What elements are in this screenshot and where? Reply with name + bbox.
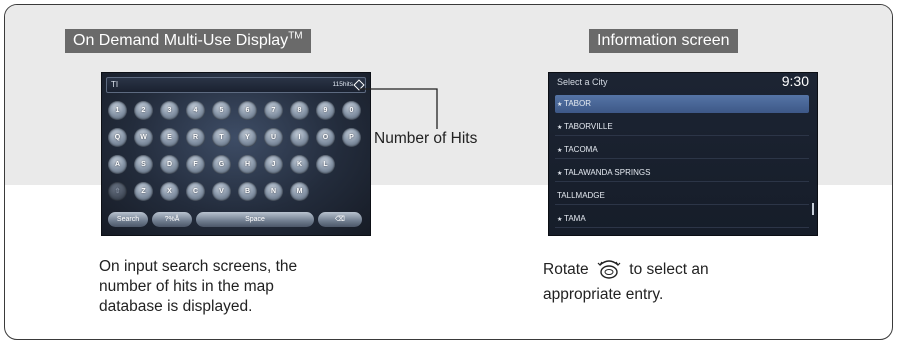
city-name: TAMA bbox=[564, 214, 586, 223]
hit-count: 115hits bbox=[332, 81, 353, 88]
key-g[interactable]: G bbox=[212, 155, 231, 174]
key-l[interactable]: L bbox=[316, 155, 335, 174]
key-2[interactable]: 2 bbox=[134, 101, 153, 120]
left-caption-line-3: database is displayed. bbox=[99, 298, 253, 315]
key-7[interactable]: 7 bbox=[264, 101, 283, 120]
key-d[interactable]: D bbox=[160, 155, 179, 174]
key-8[interactable]: 8 bbox=[290, 101, 309, 120]
key-a[interactable]: A bbox=[108, 155, 127, 174]
screen-header: Select a City bbox=[557, 77, 608, 87]
star-icon: ★ bbox=[557, 102, 565, 108]
city-list-item[interactable]: ★ TACOMA bbox=[555, 141, 809, 159]
city-name: TALAWANDA SPRINGS bbox=[564, 168, 651, 177]
key-4[interactable]: 4 bbox=[186, 101, 205, 120]
key-t[interactable]: T bbox=[212, 128, 231, 147]
key-b[interactable]: B bbox=[238, 182, 257, 201]
keyboard-screen: TI 115hits 1234567890QWERTYUIOPASDFGHJKL… bbox=[101, 72, 371, 236]
left-caption-line-1: On input search screens, the bbox=[99, 258, 298, 275]
right-caption: Rotate to select an appropriate entry. bbox=[543, 257, 709, 305]
star-icon: ★ bbox=[557, 217, 565, 223]
key-3[interactable]: 3 bbox=[160, 101, 179, 120]
key-f[interactable]: F bbox=[186, 155, 205, 174]
city-name: TACOMA bbox=[564, 145, 598, 154]
key-5[interactable]: 5 bbox=[212, 101, 231, 120]
key-r[interactable]: R bbox=[186, 128, 205, 147]
callout-leader-line bbox=[359, 88, 438, 129]
city-list-item[interactable]: ★ TALAWANDA SPRINGS bbox=[555, 164, 809, 182]
star-icon: ★ bbox=[557, 148, 565, 154]
key-q[interactable]: Q bbox=[108, 128, 127, 147]
city-list-item[interactable]: ★ TABOR bbox=[555, 95, 809, 113]
content-frame: On Demand Multi-Use DisplayTM TI 115hits… bbox=[4, 4, 893, 340]
right-caption-line-2: appropriate entry. bbox=[543, 286, 664, 303]
scrollbar[interactable] bbox=[812, 203, 814, 215]
key-v[interactable]: V bbox=[212, 182, 231, 201]
search-input[interactable]: TI 115hits bbox=[106, 77, 366, 93]
key-e[interactable]: E bbox=[160, 128, 179, 147]
city-list-item[interactable]: ★ TAMA bbox=[555, 210, 809, 228]
key-s[interactable]: S bbox=[134, 155, 153, 174]
key-x[interactable]: X bbox=[160, 182, 179, 201]
city-name: TABOR bbox=[564, 99, 592, 108]
left-caption: On input search screens, the number of h… bbox=[99, 257, 297, 317]
search-button[interactable]: Search bbox=[108, 212, 148, 227]
key-1[interactable]: 1 bbox=[108, 101, 127, 120]
key-k[interactable]: K bbox=[290, 155, 309, 174]
key-6[interactable]: 6 bbox=[238, 101, 257, 120]
key-w[interactable]: W bbox=[134, 128, 153, 147]
city-name: TALLMADGE bbox=[557, 191, 605, 200]
section-label-information: Information screen bbox=[589, 29, 738, 53]
key-9[interactable]: 9 bbox=[316, 101, 335, 120]
clock: 9:30 bbox=[781, 73, 809, 89]
left-caption-line-2: number of hits in the map bbox=[99, 278, 274, 295]
key-n[interactable]: N bbox=[264, 182, 283, 201]
city-name: TABORVILLE bbox=[564, 122, 613, 131]
key-z[interactable]: Z bbox=[134, 182, 153, 201]
right-caption-start: Rotate bbox=[543, 261, 589, 278]
section-title: On Demand Multi-Use Display bbox=[73, 32, 289, 49]
star-icon: ★ bbox=[557, 125, 565, 131]
section-label-display: On Demand Multi-Use DisplayTM bbox=[65, 29, 311, 53]
right-caption-end: to select an bbox=[629, 261, 709, 278]
information-screen: Select a City 9:30 ★ TABOR ★ TABORVILLE ★ … bbox=[548, 72, 818, 236]
trademark-mark: TM bbox=[288, 30, 303, 42]
symbols-button[interactable]: ?%Å bbox=[152, 212, 192, 227]
key-u[interactable]: U bbox=[264, 128, 283, 147]
city-list-item[interactable]: ★ TABORVILLE bbox=[555, 118, 809, 136]
star-icon: ★ bbox=[557, 171, 565, 177]
key-h[interactable]: H bbox=[238, 155, 257, 174]
key-o[interactable]: O bbox=[316, 128, 335, 147]
space-button[interactable]: Space bbox=[196, 212, 314, 227]
key-y[interactable]: Y bbox=[238, 128, 257, 147]
key-c[interactable]: C bbox=[186, 182, 205, 201]
search-input-text: TI bbox=[111, 80, 119, 89]
backspace-button[interactable]: ⌫ bbox=[318, 212, 362, 227]
city-list-item[interactable]: TALLMADGE bbox=[555, 187, 809, 205]
key-m[interactable]: M bbox=[290, 182, 309, 201]
rotate-dial-icon bbox=[596, 257, 622, 285]
key-i[interactable]: I bbox=[290, 128, 309, 147]
key-j[interactable]: J bbox=[264, 155, 283, 174]
key-shift[interactable]: ⇧ bbox=[108, 182, 127, 201]
number-of-hits-callout: Number of Hits bbox=[374, 130, 478, 147]
